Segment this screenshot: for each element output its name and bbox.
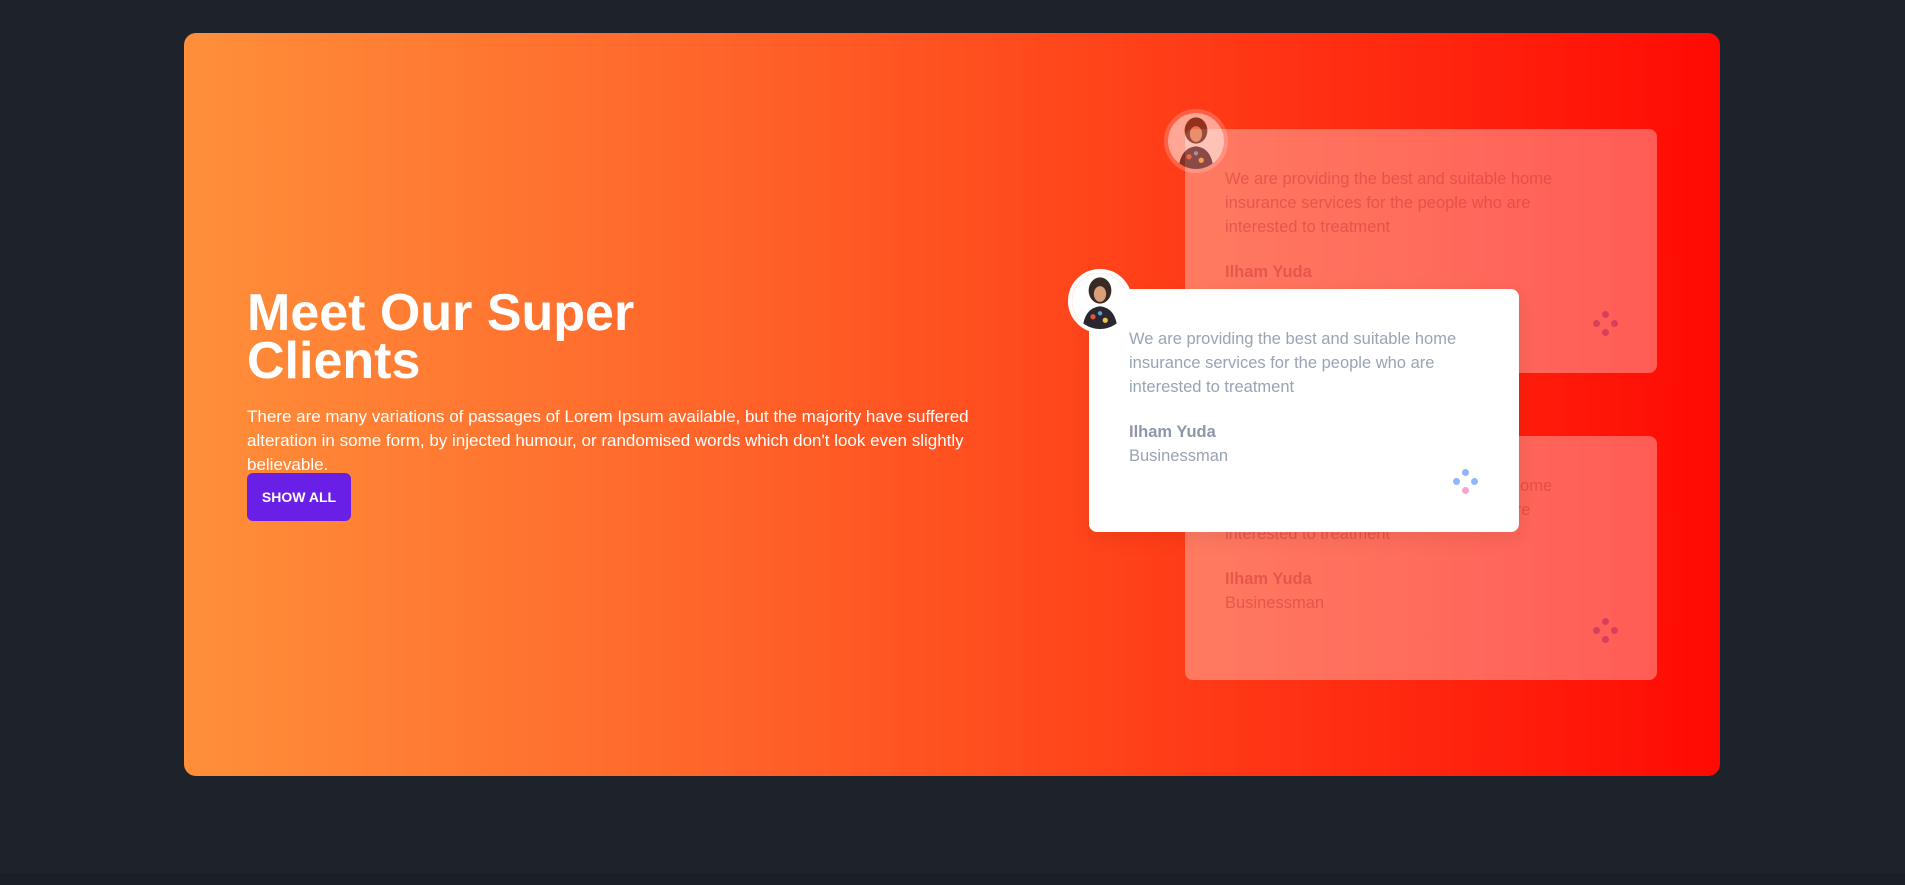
section-description: There are many variations of passages of… bbox=[247, 407, 969, 474]
dots-icon bbox=[1453, 469, 1479, 495]
testimonial-name: Ilham Yuda bbox=[1225, 263, 1312, 281]
testimonial-text: We are providing the best and suitable h… bbox=[1225, 170, 1553, 236]
testimonial-text: We are providing the best and suitable h… bbox=[1129, 330, 1457, 396]
testimonial-role: Businessman bbox=[1129, 447, 1229, 465]
clients-hero-section: Meet Our Super Clients There are many va… bbox=[184, 33, 1720, 776]
testimonial-role: Businessman bbox=[1225, 594, 1325, 612]
testimonial-card-active: We are providing the best and suitable h… bbox=[1089, 289, 1519, 532]
testimonial-name: Ilham Yuda bbox=[1225, 570, 1312, 588]
person-avatar-icon bbox=[1164, 109, 1228, 173]
testimonial-name: Ilham Yuda bbox=[1129, 423, 1216, 441]
section-title: Meet Our Super Clients bbox=[247, 284, 635, 390]
dots-icon bbox=[1593, 311, 1619, 337]
dots-icon bbox=[1593, 618, 1619, 644]
page-bottom-strip bbox=[0, 873, 1905, 885]
show-all-button[interactable]: SHOW ALL bbox=[247, 473, 351, 521]
person-avatar-icon bbox=[1068, 269, 1132, 333]
